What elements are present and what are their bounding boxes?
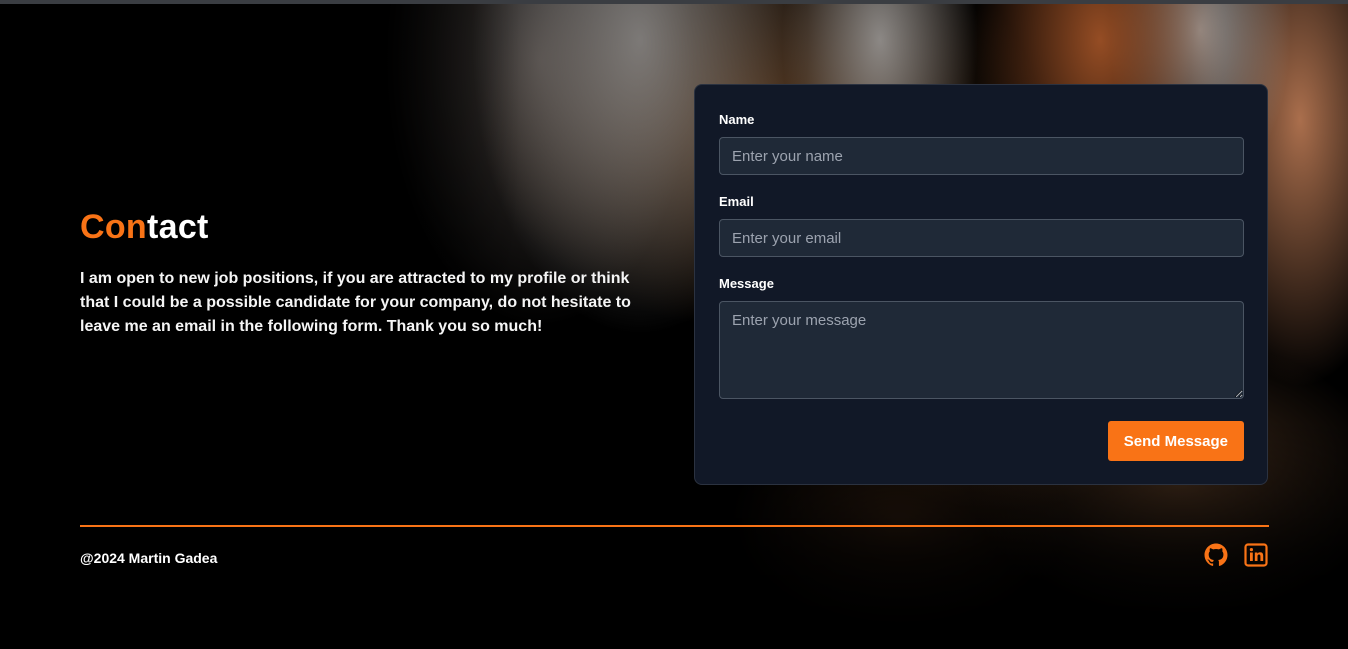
contact-title-accent: Con [80, 208, 147, 246]
email-input[interactable] [719, 219, 1244, 257]
contact-page: Contact I am open to new job positions, … [0, 0, 1348, 649]
message-textarea[interactable] [719, 301, 1244, 399]
contact-intro: Contact I am open to new job positions, … [80, 205, 660, 339]
name-input[interactable] [719, 137, 1244, 175]
contact-form: Name Email Message Send Message [694, 84, 1268, 485]
social-links [1204, 543, 1268, 567]
linkedin-link[interactable] [1244, 543, 1268, 567]
name-label: Name [719, 112, 755, 127]
github-link[interactable] [1204, 543, 1228, 567]
footer-divider [80, 525, 1269, 527]
footer-copyright: @2024 Martin Gadea [80, 550, 218, 566]
send-message-button[interactable]: Send Message [1107, 421, 1244, 461]
github-icon [1204, 543, 1228, 566]
form-actions: Send Message [719, 421, 1244, 461]
contact-description: I am open to new job positions, if you a… [80, 270, 631, 335]
contact-title: Contact [80, 205, 660, 249]
contact-title-rest: tact [147, 208, 209, 246]
linkedin-icon [1244, 543, 1268, 567]
email-label: Email [719, 194, 754, 209]
top-bar [0, 0, 1348, 4]
message-label: Message [719, 276, 774, 291]
